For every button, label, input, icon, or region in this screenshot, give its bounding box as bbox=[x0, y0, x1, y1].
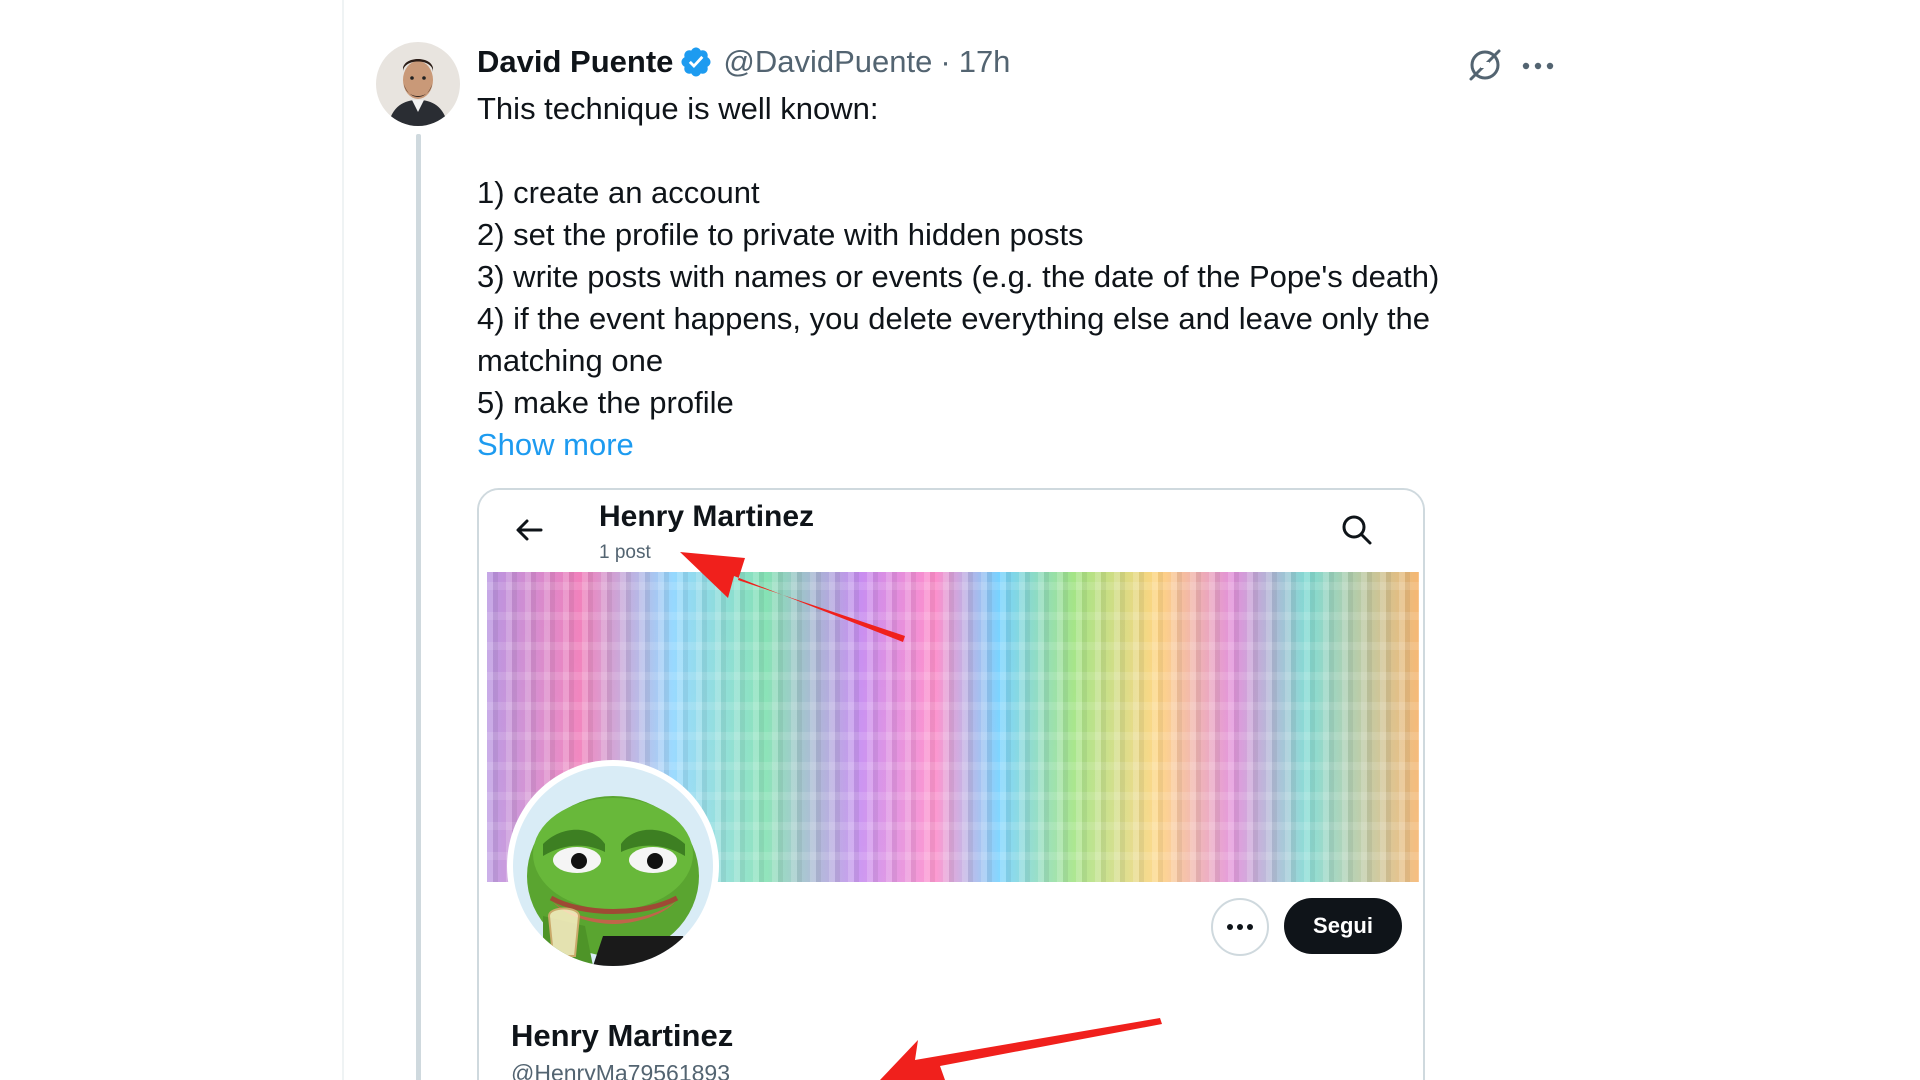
embed-profile-handle: @HenryMa79561893 bbox=[511, 1060, 730, 1080]
embed-header: Henry Martinez 1 post bbox=[479, 490, 1423, 572]
timestamp[interactable]: 17h bbox=[959, 44, 1011, 80]
verified-badge-icon bbox=[679, 45, 713, 79]
search-icon bbox=[1339, 512, 1375, 548]
embed-profile-title: Henry Martinez bbox=[599, 500, 815, 533]
tweet-line: This technique is well known: bbox=[477, 91, 879, 126]
tweet-line: 3) write posts with names or events (e.g… bbox=[477, 259, 1440, 294]
embed-profile-name: Henry Martinez bbox=[511, 1018, 734, 1053]
tweet[interactable]: David Puente @DavidPuente · 17h This tec… bbox=[376, 30, 1576, 1080]
author-handle[interactable]: @DavidPuente bbox=[723, 44, 932, 80]
tweet-line bbox=[477, 130, 1507, 172]
embedded-screenshot[interactable]: Henry Martinez 1 post Segui Henry Martin… bbox=[477, 488, 1425, 1080]
thread-line bbox=[416, 134, 421, 1080]
embed-more-icon bbox=[1211, 898, 1269, 956]
tweet-line: matching one bbox=[477, 343, 664, 378]
more-options-icon[interactable] bbox=[1518, 46, 1558, 86]
tweet-line: 5) make the profile bbox=[477, 385, 734, 420]
back-arrow-icon bbox=[511, 512, 547, 548]
tweet-line: 2) set the profile to private with hidde… bbox=[477, 217, 1084, 252]
follow-button: Segui bbox=[1284, 898, 1402, 954]
tweet-line: 1) create an account bbox=[477, 175, 760, 210]
separator-dot: · bbox=[940, 44, 951, 79]
column-border bbox=[342, 0, 344, 1080]
tweet-text: This technique is well known: 1) create … bbox=[477, 88, 1507, 424]
show-more-link[interactable]: Show more bbox=[477, 424, 634, 466]
tweet-header: David Puente @DavidPuente · 17h bbox=[477, 42, 1010, 82]
embed-post-count: 1 post bbox=[599, 542, 651, 563]
embed-profile-avatar bbox=[507, 760, 719, 972]
author-name[interactable]: David Puente bbox=[477, 44, 673, 80]
grok-icon[interactable] bbox=[1464, 44, 1506, 86]
author-avatar[interactable] bbox=[376, 42, 460, 126]
tweet-line: 4) if the event happens, you delete ever… bbox=[477, 301, 1431, 336]
